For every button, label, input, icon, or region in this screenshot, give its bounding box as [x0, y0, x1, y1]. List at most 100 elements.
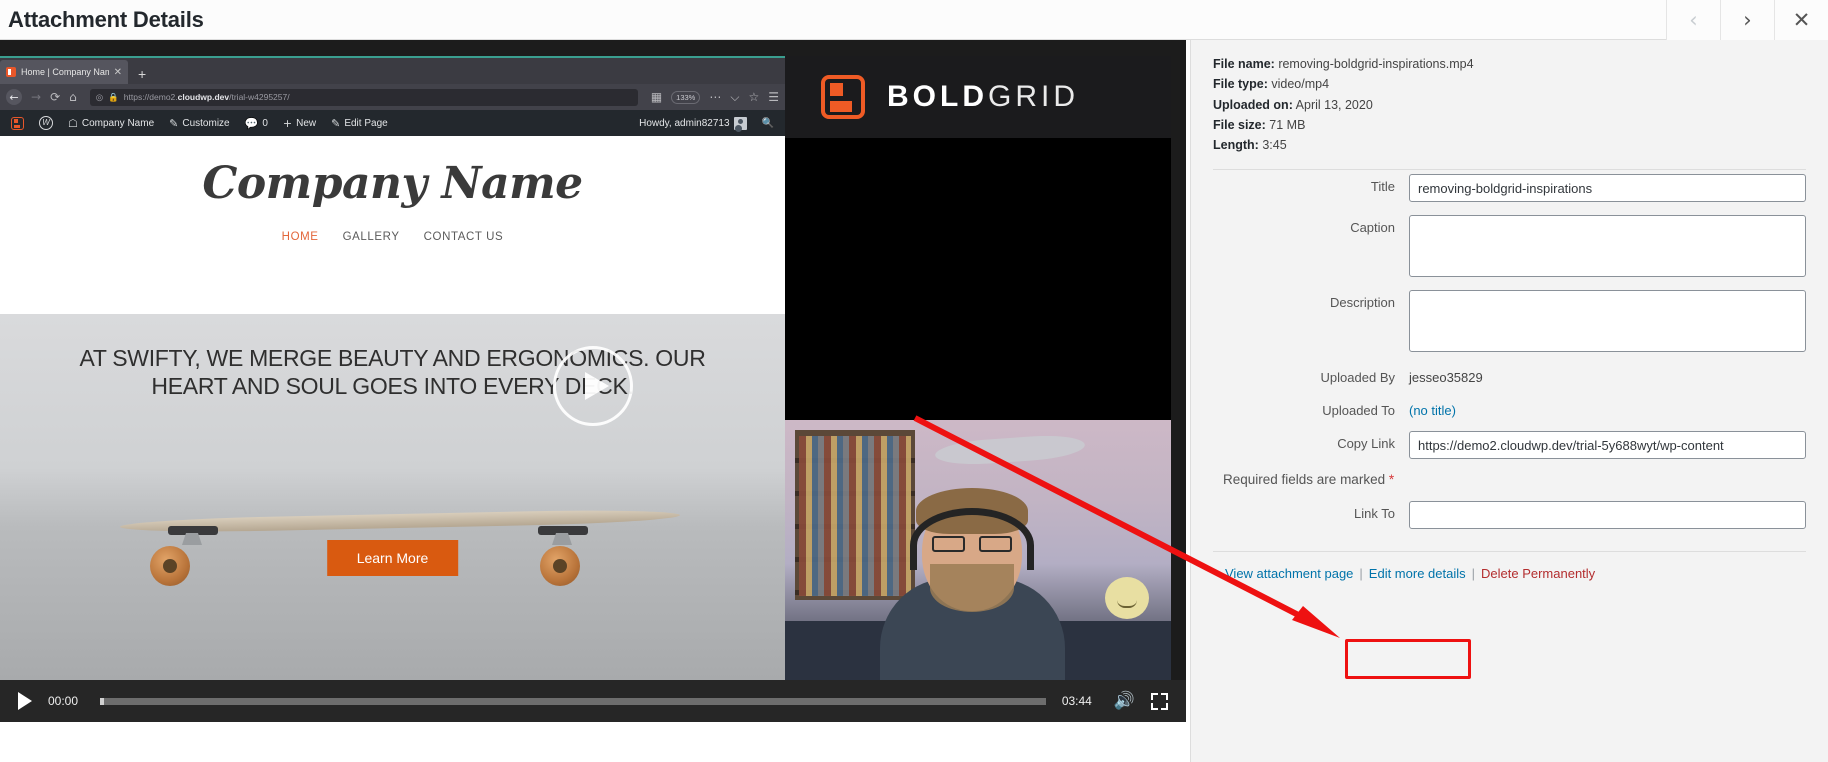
required-asterisk: * [1388, 472, 1395, 488]
pocket-icon[interactable]: ⌵ [730, 90, 739, 105]
chevron-left-icon[interactable]: ‹ [1666, 0, 1720, 40]
avatar-icon [733, 116, 747, 130]
title-label: Title [1370, 179, 1395, 195]
page-title: Attachment Details [8, 6, 204, 32]
link-to-label: Link To [1354, 506, 1395, 522]
meta-file-size: File size: 71 MB [1213, 117, 1306, 132]
site-preview: Company Name HOME GALLERY CONTACT US AT … [0, 136, 785, 681]
link-to-input[interactable] [1409, 501, 1806, 530]
site-nav-item-gallery[interactable]: GALLERY [343, 231, 400, 243]
admin-bar-customize[interactable]: ✎ Customize [164, 117, 234, 130]
url-text: https://demo2.cloudwp.dev/trial-w4295257… [123, 92, 290, 102]
pencil-icon: ✎ [331, 116, 341, 130]
admin-bar-comments[interactable]: 💬 0 [240, 117, 273, 130]
description-textarea[interactable] [1409, 290, 1806, 353]
bookmark-star-icon[interactable]: ☆ [748, 90, 759, 104]
favicon-icon [6, 67, 16, 77]
uploaded-to-value: (no title) [1409, 398, 1806, 418]
menu-icon[interactable]: ☰ [768, 90, 779, 104]
progress-bar[interactable] [100, 697, 1046, 705]
skateboard-wheel-left [150, 546, 190, 586]
more-options-icon[interactable]: ⋯ [709, 90, 721, 104]
boldgrid-header: BOLDGRID [785, 56, 1171, 138]
required-fields-note: Required fields are marked * [1223, 472, 1395, 488]
tab-close-icon[interactable]: ✕ [114, 67, 122, 78]
uploaded-by-label: Uploaded By [1320, 370, 1395, 386]
details-panel: File name: removing-boldgrid-inspiration… [1190, 40, 1828, 762]
modal-header: Attachment Details ‹ › ✕ [0, 0, 1828, 40]
current-time: 00:00 [48, 694, 79, 708]
forward-arrow-icon[interactable]: → [31, 90, 41, 104]
modal-nav-buttons: ‹ › ✕ [1666, 0, 1828, 40]
uploaded-to-label: Uploaded To [1322, 403, 1395, 419]
field-title: Title [1213, 174, 1806, 203]
url-bar[interactable]: ◎ 🔒 https://demo2.cloudwp.dev/trial-w429… [89, 88, 638, 106]
play-button-icon[interactable] [553, 346, 633, 426]
delete-permanently-link[interactable]: Delete Permanently [1481, 566, 1595, 581]
admin-bar-new[interactable]: + New [278, 117, 321, 130]
meta-file-type: File type: video/mp4 [1213, 77, 1330, 92]
browser-tab[interactable]: Home | Company Name ✕ [0, 60, 128, 84]
site-title: Company Name [202, 158, 583, 209]
caption-label: Caption [1350, 220, 1395, 236]
wall-skateboard [934, 432, 1086, 468]
wordpress-logo-icon[interactable] [34, 116, 58, 130]
duration: 03:44 [1061, 694, 1092, 708]
action-divider-2: | [1471, 566, 1476, 582]
presenter-beard [930, 564, 1014, 612]
caption-textarea[interactable] [1409, 215, 1806, 278]
zoom-level-badge[interactable]: 133% [671, 90, 701, 104]
home-icon[interactable]: ⌂ [69, 90, 77, 104]
hero-heading: AT SWIFTY, WE MERGE BEAUTY AND ERGONOMIC… [79, 345, 706, 400]
meta-file-name: File name: removing-boldgrid-inspiration… [1213, 57, 1474, 71]
comment-icon: 💬 [244, 116, 259, 130]
new-tab-button[interactable]: + [138, 66, 146, 82]
fullscreen-icon[interactable] [1151, 692, 1168, 710]
search-icon[interactable]: 🔍 [757, 118, 779, 129]
action-divider-1: | [1359, 566, 1363, 582]
boldgrid-logo-icon[interactable] [6, 116, 29, 130]
chevron-right-icon[interactable]: › [1720, 0, 1774, 40]
title-input[interactable] [1409, 174, 1806, 203]
site-nav: HOME GALLERY CONTACT US [0, 231, 785, 243]
reload-icon[interactable]: ⟳ [50, 90, 60, 104]
attachment-actions: View attachment page | Edit more details… [1213, 552, 1806, 581]
reader-view-icon[interactable]: ▦ [651, 90, 662, 104]
webcam-overlay [785, 420, 1171, 681]
view-attachment-page-link[interactable]: View attachment page [1225, 566, 1353, 581]
plus-icon: + [282, 116, 293, 130]
description-label: Description [1329, 295, 1395, 311]
learn-more-button[interactable]: Learn More [326, 540, 459, 576]
lock-icon: 🔒 [108, 91, 119, 102]
boldgrid-wordmark: BOLDGRID [887, 80, 1079, 113]
divider [1213, 169, 1806, 171]
uploaded-to-link[interactable]: (no title) [1409, 403, 1456, 418]
shield-icon: ◎ [95, 91, 104, 102]
close-icon[interactable]: ✕ [1774, 0, 1828, 40]
browser-nav-bar: ← → ⟳ ⌂ ◎ 🔒 https://demo2.cloudwp.dev/tr… [0, 84, 785, 110]
plush-toy [1105, 577, 1149, 619]
uploaded-by-value: jesseo35829 [1409, 370, 1483, 386]
site-nav-item-home[interactable]: HOME [282, 231, 319, 243]
site-nav-item-contact-us[interactable]: CONTACT US [424, 231, 504, 243]
field-description: Description [1213, 290, 1806, 353]
field-caption: Caption [1213, 215, 1806, 278]
edit-more-details-link[interactable]: Edit more details [1369, 566, 1466, 581]
admin-bar-edit-page[interactable]: ✎ Edit Page [326, 117, 393, 130]
copy-link-input[interactable] [1409, 431, 1806, 460]
volume-icon[interactable]: 🔊 [1114, 691, 1135, 711]
back-arrow-icon[interactable]: ← [6, 89, 22, 105]
attachment-details-modal: Attachment Details ‹ › ✕ Home | Company … [0, 0, 1828, 762]
admin-bar-site-name[interactable]: ☖ Company Name [63, 117, 159, 130]
video-player-controls: 00:00 03:44 🔊 [0, 680, 1186, 722]
admin-bar-howdy[interactable]: Howdy, admin82713 [634, 116, 751, 130]
skateboard-wheel-right [540, 546, 580, 586]
boldgrid-mark-icon [821, 75, 865, 119]
wp-admin-bar: ☖ Company Name ✎ Customize 💬 0 + New ✎ [0, 110, 785, 136]
video-preview-pane[interactable]: Home | Company Name ✕ + ← → ⟳ ⌂ ◎ 🔒 http… [0, 40, 1186, 722]
screencast-right-column: BOLDGRID [785, 40, 1186, 722]
file-metadata: File name: removing-boldgrid-inspiration… [1213, 54, 1806, 155]
field-copy-link: Copy Link [1213, 431, 1806, 460]
meta-uploaded-on: Uploaded on: April 13, 2020 [1213, 97, 1373, 112]
play-icon[interactable] [18, 692, 32, 710]
